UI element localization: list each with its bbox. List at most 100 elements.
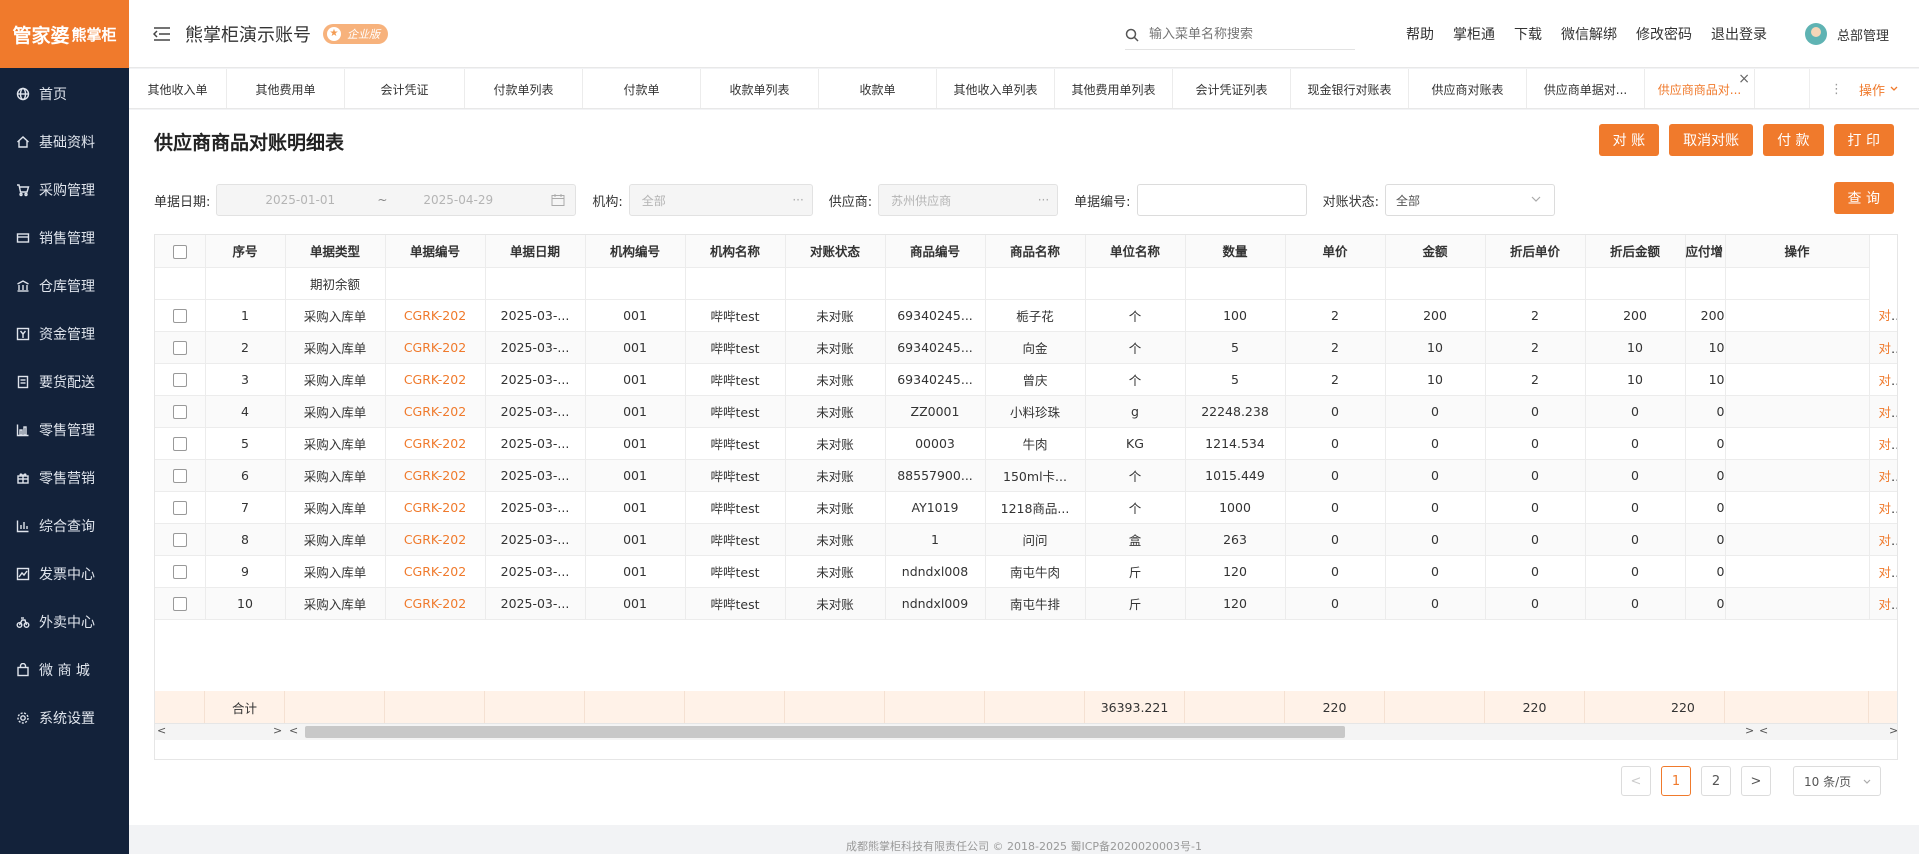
table-row[interactable]: 1 采购入库单 CGRK-202 2025-03-... 001 哔哔test 未对账 693… <box>155 299 1898 332</box>
close-icon[interactable]: × <box>1738 71 1750 87</box>
col-header[interactable]: 单据编号 <box>385 235 486 268</box>
next-page-button[interactable]: > <box>1741 766 1771 796</box>
row-checkbox[interactable] <box>155 587 206 620</box>
table-row[interactable]: 3 采购入库单 CGRK-202 2025-03-... 001 哔哔test 未对账 693… <box>155 363 1898 396</box>
logout-link[interactable]: 退出登录 <box>1711 24 1767 44</box>
col-header[interactable]: 机构名称 <box>685 235 786 268</box>
scroll-left-icon[interactable]: < <box>289 724 298 737</box>
col-header[interactable]: 单据日期 <box>485 235 586 268</box>
brand-logo[interactable]: 管家婆 熊掌柜 <box>0 0 129 68</box>
page-size-select[interactable]: 10 条/页 <box>1793 766 1881 796</box>
row-reconcile-link[interactable]: 对账 <box>1879 533 1898 548</box>
table-row[interactable]: 2 采购入库单 CGRK-202 2025-03-... 001 哔哔test 未对账 693… <box>155 331 1898 364</box>
sidebar-item[interactable]: 资金管理 <box>0 310 129 358</box>
sidebar-item[interactable]: 采购管理 <box>0 166 129 214</box>
sidebar-item[interactable]: 零售管理 <box>0 406 129 454</box>
tab-item[interactable]: 其他费用单 <box>227 69 345 108</box>
sidebar-item[interactable]: 发票中心 <box>0 550 129 598</box>
tab-item[interactable]: 会计凭证列表 <box>1173 69 1291 108</box>
cell-docno[interactable]: CGRK-202 <box>385 491 486 524</box>
row-reconcile-link[interactable]: 对账 <box>1879 405 1898 420</box>
tab-item[interactable]: 供应商对账表 <box>1409 69 1527 108</box>
menu-collapse-icon[interactable] <box>153 24 173 44</box>
col-header[interactable]: 单价 <box>1285 235 1386 268</box>
sidebar-item[interactable]: 基础资料 <box>0 118 129 166</box>
cell-docno[interactable]: CGRK-202 <box>385 299 486 332</box>
col-header[interactable]: 应付增 <box>1685 235 1726 268</box>
col-header[interactable]: 单据类型 <box>285 235 386 268</box>
tab-item[interactable]: 付款单 <box>583 69 701 108</box>
select-all-checkbox[interactable] <box>155 235 206 268</box>
row-checkbox[interactable] <box>155 459 206 492</box>
wechat-unbind-link[interactable]: 微信解绑 <box>1561 24 1617 44</box>
row-checkbox[interactable] <box>155 555 206 588</box>
zhanggui-link[interactable]: 掌柜通 <box>1453 24 1495 44</box>
cell-docno[interactable]: CGRK-202 <box>385 331 486 364</box>
docno-input[interactable] <box>1136 184 1307 216</box>
sidebar-item[interactable]: 仓库管理 <box>0 262 129 310</box>
cell-docno[interactable]: CGRK-202 <box>385 587 486 620</box>
row-reconcile-link[interactable]: 对账 <box>1879 341 1898 356</box>
table-row[interactable]: 10 采购入库单 CGRK-202 2025-03-... 001 哔哔test 未对账 nd… <box>155 587 1898 620</box>
query-button[interactable]: 查 询 <box>1833 182 1894 214</box>
tab-item[interactable]: 供应商单据对... <box>1527 69 1645 108</box>
row-checkbox[interactable] <box>155 491 206 524</box>
tab-item[interactable]: 现金银行对账表 <box>1291 69 1409 108</box>
col-header[interactable]: 对账状态 <box>785 235 886 268</box>
tab-item[interactable]: 付款单列表 <box>465 69 583 108</box>
cancel-reconcile-button[interactable]: 取消对账 <box>1669 124 1754 156</box>
scrollbar-thumb[interactable] <box>305 726 1345 738</box>
pay-button[interactable]: 付 款 <box>1763 124 1824 156</box>
sidebar-item[interactable]: 综合查询 <box>0 502 129 550</box>
scroll-right-icon[interactable]: > <box>273 724 282 737</box>
row-checkbox[interactable] <box>155 363 206 396</box>
supplier-select[interactable]: 苏州供应商 ··· <box>878 184 1059 216</box>
print-button[interactable]: 打 印 <box>1833 124 1894 156</box>
row-reconcile-link[interactable]: 对账 <box>1879 469 1898 484</box>
sidebar-item[interactable]: 销售管理 <box>0 214 129 262</box>
page-1-button[interactable]: 1 <box>1661 766 1691 796</box>
row-checkbox[interactable] <box>155 299 206 332</box>
scroll-right-icon[interactable]: > <box>1889 724 1897 737</box>
scroll-right-icon[interactable]: > <box>1745 724 1754 737</box>
col-header[interactable]: 折后单价 <box>1485 235 1586 268</box>
row-checkbox[interactable] <box>155 427 206 460</box>
sidebar-item[interactable]: 要货配送 <box>0 358 129 406</box>
tab-item[interactable]: 其他收入单 <box>129 69 227 108</box>
row-reconcile-link[interactable]: 对账 <box>1879 308 1898 323</box>
cell-docno[interactable]: CGRK-202 <box>385 523 486 556</box>
change-password-link[interactable]: 修改密码 <box>1636 24 1692 44</box>
sidebar-item[interactable]: 外卖中心 <box>0 598 129 646</box>
date-range-picker[interactable]: 2025-01-01 ~ 2025-04-29 <box>216 184 577 216</box>
col-header[interactable]: 商品编号 <box>885 235 986 268</box>
tab-item[interactable]: 收款单 <box>819 69 937 108</box>
user-menu[interactable]: 总部管理 <box>1804 23 1889 45</box>
tab-item[interactable]: 其他收入单列表 <box>937 69 1055 108</box>
row-checkbox[interactable] <box>155 395 206 428</box>
table-row[interactable]: 7 采购入库单 CGRK-202 2025-03-... 001 哔哔test 未对账 AY1… <box>155 491 1898 524</box>
row-reconcile-link[interactable]: 对账 <box>1879 501 1898 516</box>
tab-item[interactable]: 供应商商品对... × <box>1645 69 1755 108</box>
tab-ops-menu[interactable]: ⋮ 操作 <box>1809 69 1919 108</box>
sidebar-item[interactable]: 零售营销 <box>0 454 129 502</box>
status-select[interactable]: 全部 <box>1384 184 1555 216</box>
cell-docno[interactable]: CGRK-202 <box>385 363 486 396</box>
col-header[interactable]: 单位名称 <box>1085 235 1186 268</box>
scroll-left-icon[interactable]: < <box>157 724 166 737</box>
row-reconcile-link[interactable]: 对账 <box>1879 373 1898 388</box>
prev-page-button[interactable]: < <box>1621 766 1651 796</box>
menu-search[interactable] <box>1125 20 1355 50</box>
col-header[interactable]: 机构编号 <box>585 235 686 268</box>
table-row[interactable]: 6 采购入库单 CGRK-202 2025-03-... 001 哔哔test 未对账 885… <box>155 459 1898 492</box>
table-row[interactable]: 8 采购入库单 CGRK-202 2025-03-... 001 哔哔test 未对账 1 问问… <box>155 523 1898 556</box>
row-checkbox[interactable] <box>155 523 206 556</box>
row-reconcile-link[interactable]: 对账 <box>1879 565 1898 580</box>
col-header[interactable]: 序号 <box>205 235 286 268</box>
table-row[interactable]: 5 采购入库单 CGRK-202 2025-03-... 001 哔哔test 未对账 000… <box>155 427 1897 460</box>
row-reconcile-link[interactable]: 对账 <box>1879 597 1898 612</box>
col-header[interactable]: 金额 <box>1385 235 1486 268</box>
tab-item[interactable]: 会计凭证 <box>345 69 465 108</box>
horizontal-scrollbar[interactable]: < > < > < > <box>155 723 1897 740</box>
cell-docno[interactable]: CGRK-202 <box>385 427 486 460</box>
cell-docno[interactable]: CGRK-202 <box>385 555 486 588</box>
